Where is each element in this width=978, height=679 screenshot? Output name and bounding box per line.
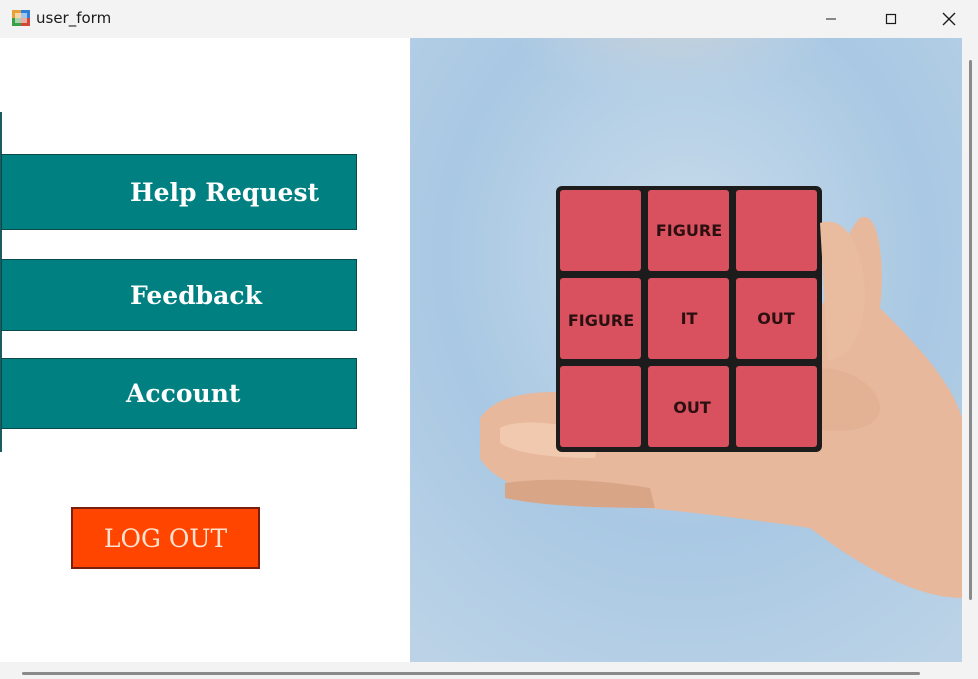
logout-button[interactable]: LOG OUT xyxy=(71,507,260,569)
title-bar: user_form xyxy=(0,0,978,38)
rubiks-cube-picture: FIGURE FIGURE IT OUT OUT xyxy=(410,38,962,662)
cube-tile-text: IT xyxy=(681,309,698,328)
form-client-area: Help Request Feedback Account LOG OUT FI… xyxy=(0,38,962,662)
maximize-button[interactable] xyxy=(862,0,920,38)
horizontal-scrollbar[interactable] xyxy=(0,662,962,679)
minimize-button[interactable] xyxy=(802,0,860,38)
help-request-label: Help Request xyxy=(130,177,320,207)
cube-tile-text: FIGURE xyxy=(568,311,634,330)
cube-tile-text: FIGURE xyxy=(656,221,722,240)
horizontal-scrollbar-thumb[interactable] xyxy=(22,672,920,675)
close-icon xyxy=(942,12,956,26)
minimize-icon xyxy=(826,18,836,20)
help-request-button[interactable]: Help Request xyxy=(1,154,357,230)
resize-grip[interactable] xyxy=(962,662,978,679)
app-icon xyxy=(12,10,30,26)
cube: FIGURE FIGURE IT OUT OUT xyxy=(556,186,822,452)
logout-label: LOG OUT xyxy=(103,523,228,553)
vertical-scrollbar-thumb[interactable] xyxy=(969,60,972,600)
cube-tile-text: OUT xyxy=(673,398,711,417)
rubiks-cube-illustration: FIGURE FIGURE IT OUT OUT xyxy=(410,38,962,662)
account-button[interactable]: Account xyxy=(1,358,357,429)
maximize-icon xyxy=(885,13,897,25)
feedback-label: Feedback xyxy=(130,280,262,310)
vertical-scrollbar[interactable] xyxy=(962,38,978,662)
account-label: Account xyxy=(126,379,241,408)
close-button[interactable] xyxy=(920,0,978,38)
window-title: user_form xyxy=(36,9,112,27)
feedback-button[interactable]: Feedback xyxy=(1,259,357,331)
cube-tile-text: OUT xyxy=(757,309,795,328)
